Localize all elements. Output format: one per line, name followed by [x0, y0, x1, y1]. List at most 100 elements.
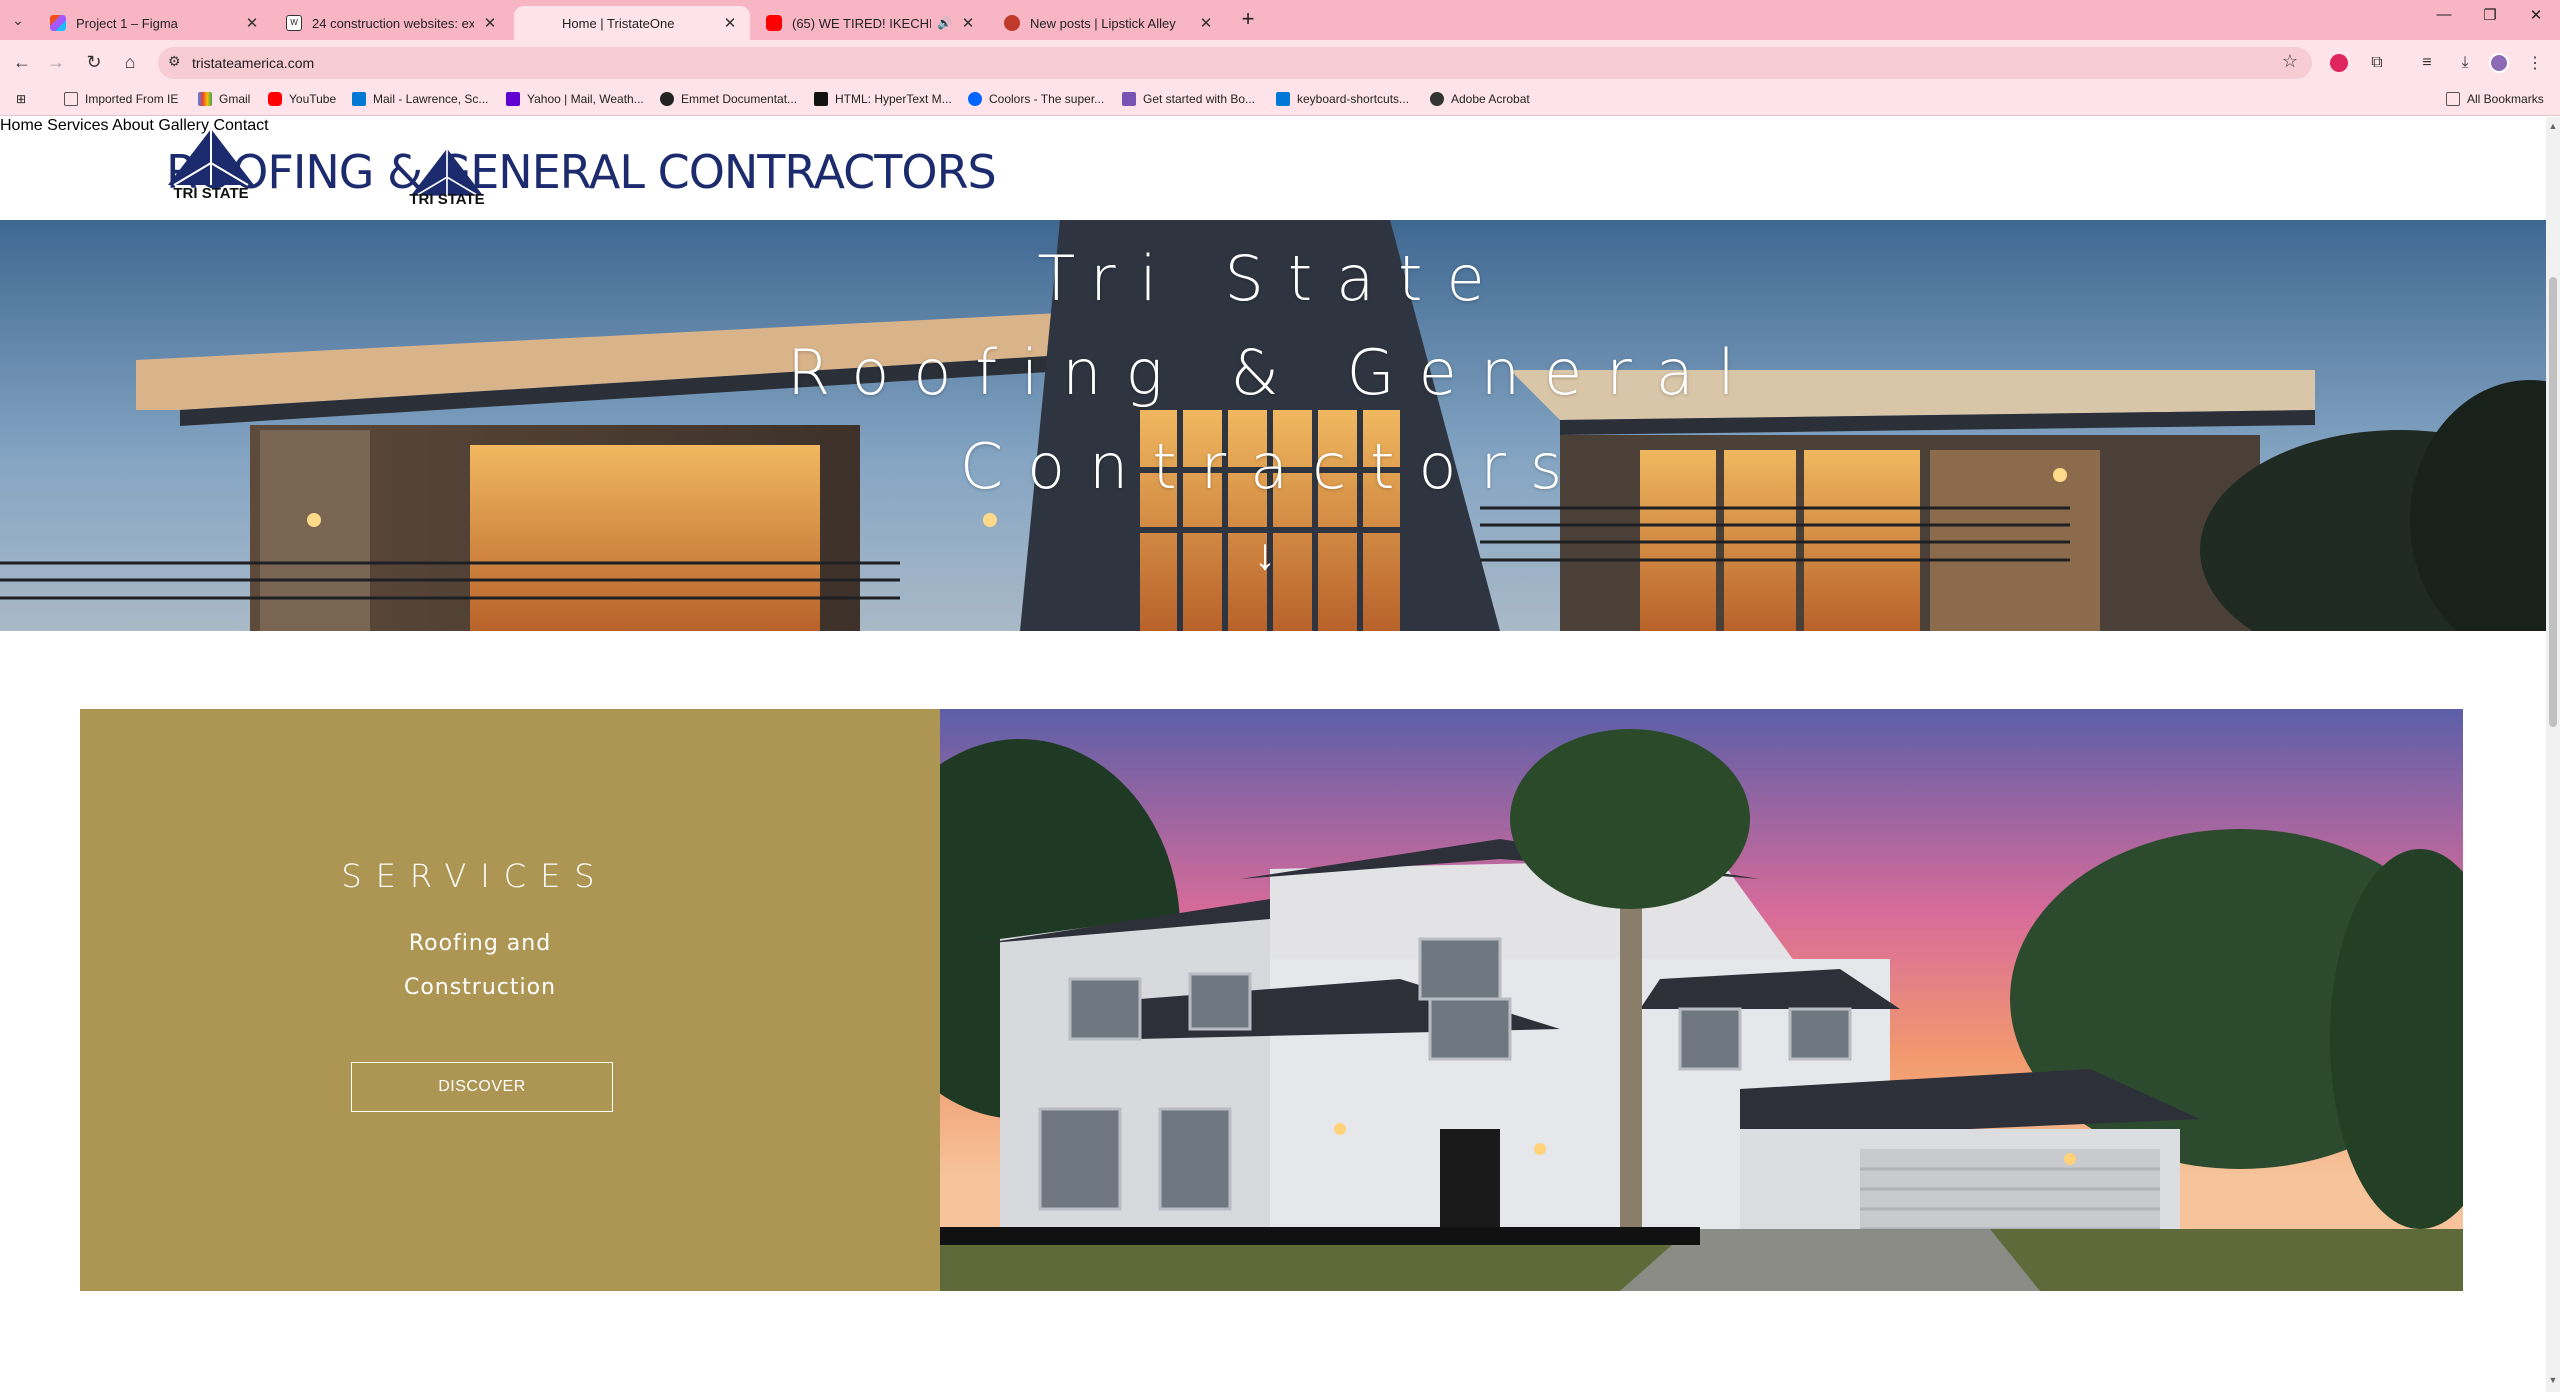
adblock-extension-icon[interactable]: [2326, 50, 2352, 76]
bookmark-bootstrap[interactable]: Get started with Bo...: [1122, 92, 1255, 106]
emmet-icon: [660, 92, 674, 106]
tab-lipstick-alley[interactable]: New posts | Lipstick Alley ✕: [990, 6, 1226, 40]
bookmark-label: Get started with Bo...: [1143, 92, 1256, 106]
bookmark-youtube[interactable]: YouTube: [268, 92, 336, 106]
hero-section: Tri State Roofing & General Contractors …: [0, 220, 2546, 631]
youtube-favicon-icon: [766, 15, 782, 31]
tristate-triangle-icon: TRI STATE: [402, 147, 492, 227]
company-logo[interactable]: ROOFING & GENERAL CONTRACTORS TRI STATE: [166, 127, 997, 217]
figma-favicon-icon: [50, 15, 66, 31]
bookmark-label: Coolors - The super...: [989, 92, 1105, 106]
scroll-down-arrow-icon[interactable]: ↓: [1254, 530, 1276, 580]
bookmark-label: HTML: HyperText M...: [835, 92, 952, 106]
tab-construction-websites[interactable]: W 24 construction websites: exam ✕: [272, 6, 510, 40]
forward-icon[interactable]: →: [44, 52, 68, 73]
gmail-icon: [198, 92, 212, 106]
tab-title: (65) WE TIRED! IKECHI IS A: [792, 15, 932, 31]
new-tab-icon[interactable]: +: [1234, 6, 1262, 32]
bookmark-label: Mail - Lawrence, Sc...: [373, 92, 489, 106]
all-bookmarks[interactable]: All Bookmarks: [2446, 92, 2544, 106]
logo-wordmark: ROOFING & GENERAL CONTRACTORS: [166, 145, 997, 199]
media-control-icon[interactable]: ≡: [2414, 50, 2440, 76]
coolors-icon: [968, 92, 982, 106]
services-subtitle-line-2: Construction: [403, 975, 557, 1000]
hero-title-line-3: Contractors: [959, 430, 1587, 503]
bookmark-label: Adobe Acrobat: [1451, 92, 1530, 106]
bookmark-mdn-html[interactable]: HTML: HyperText M...: [814, 92, 952, 106]
close-tab-icon[interactable]: ✕: [482, 14, 498, 32]
url-text[interactable]: tristateamerica.com: [192, 55, 314, 71]
hero-title-line-1: Tri State: [1037, 242, 1509, 315]
more-menu-icon[interactable]: ⋮: [2522, 50, 2548, 76]
logo-mark-label: TRI STATE: [173, 185, 249, 202]
extensions-icon[interactable]: ⧉: [2364, 50, 2390, 76]
apps-icon[interactable]: ⊞: [16, 92, 26, 106]
vscode-icon: [1276, 92, 1290, 106]
tab-strip: ⌄ Project 1 – Figma ✕ W 24 construction …: [0, 0, 2560, 40]
page-scrollbar[interactable]: ▲ ▼: [2546, 117, 2560, 1392]
site-info-icon[interactable]: ⚙: [168, 53, 181, 70]
bookmark-emmet[interactable]: Emmet Documentat...: [660, 92, 797, 106]
services-house-photo: [940, 709, 2463, 1291]
bookmarks-bar: ⊞ Imported From IE Gmail YouTube Mail - …: [0, 86, 2560, 116]
tristate-triangle-icon: TRI STATE: [166, 127, 256, 207]
services-heading: SERVICES: [341, 857, 609, 895]
tab-figma[interactable]: Project 1 – Figma ✕: [36, 6, 272, 40]
nav-home[interactable]: Home: [0, 117, 43, 134]
tab-youtube-video[interactable]: (65) WE TIRED! IKECHI IS A 🔊 ✕: [752, 6, 988, 40]
folder-icon: [64, 92, 78, 106]
browser-toolbar: ← → ↻ ⌂ ⚙ tristateamerica.com ☆ ⧉ ≡ ⤓ ⋮: [0, 40, 2560, 86]
tab-title: Project 1 – Figma: [76, 15, 178, 31]
services-panel: SERVICES Roofing and Construction DISCOV…: [80, 709, 940, 1291]
close-tab-icon[interactable]: ✕: [960, 14, 976, 32]
bookmark-star-icon[interactable]: ☆: [2282, 51, 2298, 72]
mdn-icon: [814, 92, 828, 106]
scrollbar-thumb[interactable]: [2549, 277, 2557, 727]
hero-title-line-2: Roofing & General: [787, 336, 1759, 409]
discover-button[interactable]: DISCOVER: [351, 1062, 613, 1112]
download-icon[interactable]: ⤓: [2452, 50, 2478, 76]
close-tab-icon[interactable]: ✕: [244, 14, 260, 32]
bookmark-label: keyboard-shortcuts...: [1297, 92, 1410, 106]
tab-tristate-home[interactable]: Home | TristateOne ✕: [514, 6, 750, 40]
nav-about[interactable]: About: [112, 117, 154, 134]
folder-icon: [2446, 92, 2460, 106]
outlook-icon: [352, 92, 366, 106]
restore-icon[interactable]: ❐: [2470, 6, 2510, 24]
services-subtitle-line-1: Roofing and: [408, 931, 552, 956]
profile-avatar[interactable]: [2486, 50, 2512, 76]
address-bar[interactable]: ⚙ tristateamerica.com ☆: [158, 47, 2312, 79]
bookmark-label: YouTube: [289, 92, 337, 106]
bookmark-vscode-shortcuts[interactable]: keyboard-shortcuts...: [1276, 92, 1409, 106]
speaker-icon[interactable]: 🔊: [937, 16, 952, 30]
close-tab-icon[interactable]: ✕: [1198, 14, 1214, 32]
tab-title: Home | TristateOne: [562, 15, 675, 31]
yahoo-icon: [506, 92, 520, 106]
bookmark-label: Imported From IE: [85, 92, 179, 106]
reload-icon[interactable]: ↻: [82, 52, 106, 73]
window-close-icon[interactable]: ✕: [2516, 6, 2556, 24]
nav-services[interactable]: Services: [47, 117, 108, 134]
home-icon[interactable]: ⌂: [118, 52, 142, 73]
bookmark-coolors[interactable]: Coolors - The super...: [968, 92, 1104, 106]
close-tab-icon[interactable]: ✕: [722, 14, 738, 32]
bookmark-adobe-acrobat[interactable]: Adobe Acrobat: [1430, 92, 1530, 106]
bookmark-label: Yahoo | Mail, Weath...: [527, 92, 644, 106]
all-bookmarks-label: All Bookmarks: [2467, 92, 2544, 106]
bookmark-label: Emmet Documentat...: [681, 92, 798, 106]
acrobat-icon: [1430, 92, 1444, 106]
site-header: ROOFING & GENERAL CONTRACTORS TRI STATE: [0, 117, 2546, 220]
scroll-up-icon[interactable]: ▲: [2546, 121, 2560, 131]
bookmark-gmail[interactable]: Gmail: [198, 92, 250, 106]
logo-mark-label: TRI STATE: [409, 191, 485, 208]
tab-search-icon[interactable]: ⌄: [6, 9, 30, 31]
tab-title: 24 construction websites: exam: [312, 15, 474, 31]
scroll-down-icon[interactable]: ▼: [2546, 1375, 2560, 1385]
back-icon[interactable]: ←: [10, 52, 34, 73]
minimize-icon[interactable]: —: [2424, 6, 2464, 23]
bookmark-imported-from-ie[interactable]: Imported From IE: [64, 92, 178, 106]
youtube-icon: [268, 92, 282, 106]
page-content: ROOFING & GENERAL CONTRACTORS TRI STATE: [0, 117, 2546, 1392]
bookmark-yahoo[interactable]: Yahoo | Mail, Weath...: [506, 92, 644, 106]
bookmark-outlook-mail[interactable]: Mail - Lawrence, Sc...: [352, 92, 488, 106]
